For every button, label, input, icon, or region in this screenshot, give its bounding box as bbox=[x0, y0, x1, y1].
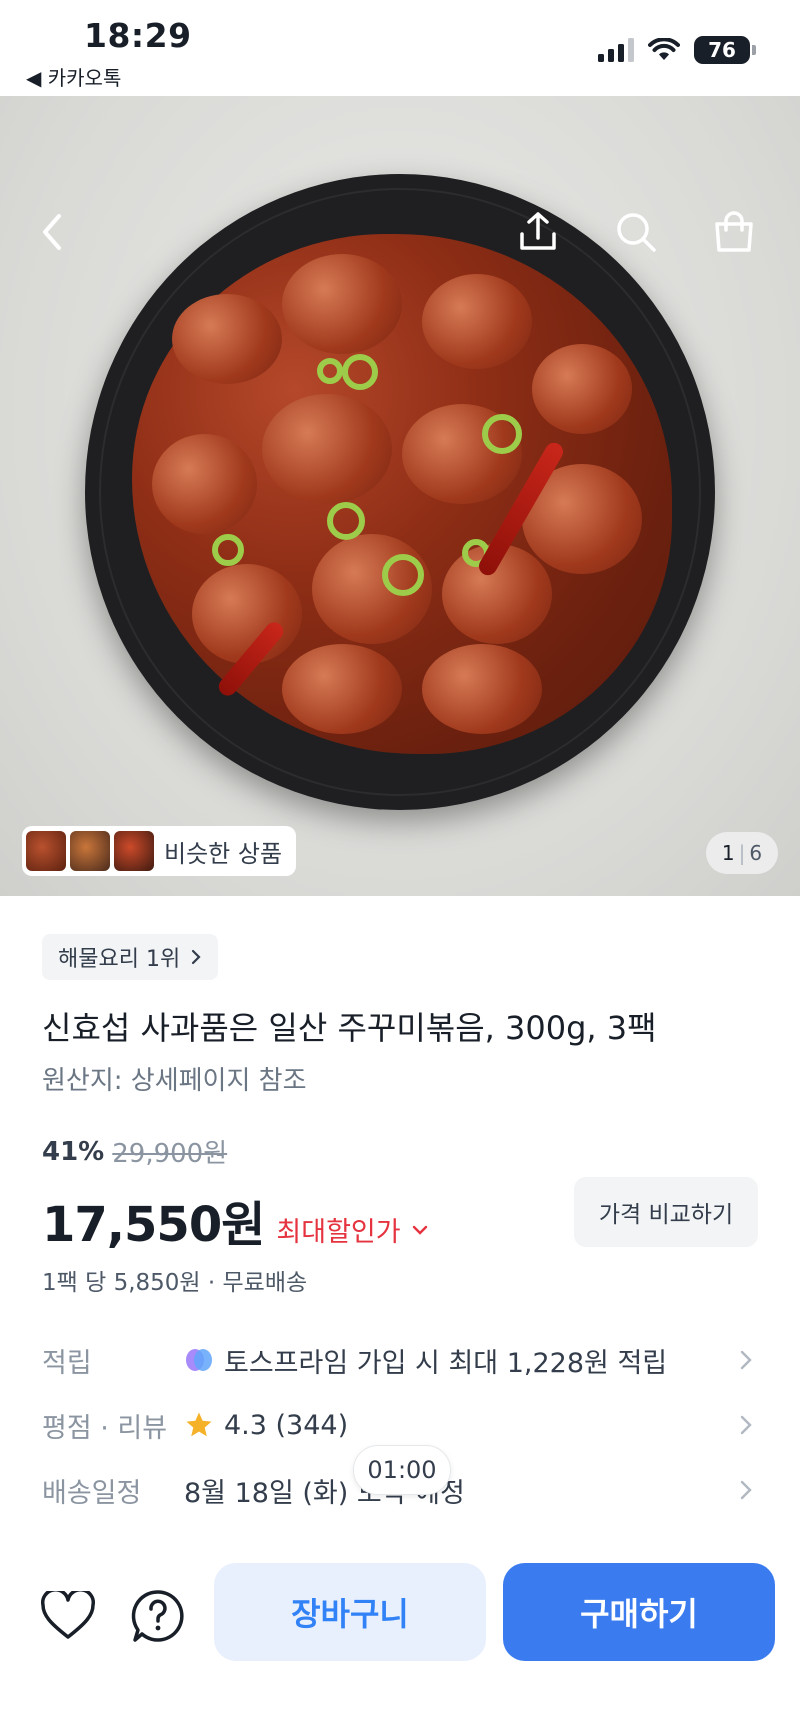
similar-products-button[interactable]: 비슷한 상품 bbox=[22, 826, 297, 876]
search-icon bbox=[617, 213, 656, 252]
search-button[interactable] bbox=[612, 208, 660, 256]
similar-product-thumbnail bbox=[114, 831, 154, 871]
page-separator: | bbox=[738, 841, 746, 865]
rating-text: 4.3 (344) bbox=[224, 1409, 349, 1441]
timer-toast: 01:00 bbox=[353, 1445, 451, 1495]
per-pack-price: 1팩 당 5,850원 · 무료배송 bbox=[42, 1270, 308, 1296]
chevron-right-icon bbox=[734, 1348, 758, 1372]
wishlist-button[interactable] bbox=[38, 1586, 98, 1646]
similar-product-thumbnail bbox=[70, 831, 110, 871]
original-price: 29,900원 bbox=[112, 1139, 228, 1169]
category-rank-label: 해물요리 1위 bbox=[58, 947, 181, 972]
page-total: 6 bbox=[749, 841, 763, 865]
chevron-right-icon bbox=[192, 949, 201, 965]
similar-product-thumbnail bbox=[26, 831, 66, 871]
category-rank-badge[interactable]: 해물요리 1위 bbox=[42, 934, 219, 980]
share-icon bbox=[520, 212, 556, 250]
product-title: 신효섭 사과품은 일산 주꾸미볶음, 300g, 3팩 bbox=[42, 1009, 657, 1047]
back-to-app-link[interactable]: ◀ 카카오톡 bbox=[26, 62, 121, 91]
info-value: 4.3 (344) bbox=[184, 1410, 734, 1441]
product-image-carousel[interactable] bbox=[0, 96, 800, 896]
toss-prime-icon bbox=[186, 1349, 212, 1371]
status-time: 18:29 bbox=[84, 16, 192, 55]
status-icons: 76 bbox=[598, 36, 756, 64]
page-current: 1 bbox=[721, 841, 735, 865]
discount-row: 41% 29,900원 bbox=[42, 1133, 227, 1170]
info-row-points[interactable]: 적립 토스프라임 가입 시 최대 1,228원 적립 bbox=[42, 1335, 758, 1385]
discount-rate: 41% bbox=[42, 1136, 105, 1167]
cart-bag-button[interactable] bbox=[710, 208, 758, 256]
shopping-bag-icon bbox=[715, 211, 753, 252]
points-text: 토스프라임 가입 시 최대 1,228원 적립 bbox=[224, 1347, 668, 1379]
product-origin: 원산지: 상세페이지 참조 bbox=[42, 1066, 307, 1096]
back-arrow-icon bbox=[43, 214, 61, 250]
wifi-icon bbox=[648, 38, 680, 60]
info-value: 8월 18일 (화) 도착 예정 bbox=[184, 1471, 734, 1510]
chevron-right-icon bbox=[734, 1413, 758, 1437]
bottom-action-bar: 장바구니 구매하기 bbox=[0, 1540, 800, 1731]
price-row: 17,550원 최대할인가 bbox=[42, 1185, 429, 1255]
battery-icon: 76 bbox=[694, 36, 756, 64]
chevron-down-icon bbox=[412, 1225, 427, 1235]
add-to-cart-button[interactable]: 장바구니 bbox=[214, 1563, 486, 1661]
chevron-right-icon bbox=[734, 1478, 758, 1502]
info-label: 배송일정 bbox=[42, 1477, 142, 1509]
max-discount-label: 최대할인가 bbox=[276, 1217, 401, 1248]
star-icon bbox=[186, 1412, 212, 1437]
help-icon bbox=[131, 1590, 184, 1642]
info-label: 평점 · 리뷰 bbox=[42, 1412, 168, 1444]
help-button[interactable] bbox=[128, 1586, 188, 1646]
max-discount-toggle[interactable]: 최대할인가 bbox=[276, 1210, 428, 1249]
image-page-indicator: 1 | 6 bbox=[706, 832, 778, 874]
sale-price: 17,550원 bbox=[42, 1197, 265, 1253]
share-button[interactable] bbox=[514, 208, 562, 256]
buy-now-button[interactable]: 구매하기 bbox=[503, 1563, 775, 1661]
compare-price-button[interactable]: 가격 비교하기 bbox=[574, 1177, 758, 1247]
info-value: 토스프라임 가입 시 최대 1,228원 적립 bbox=[184, 1341, 734, 1380]
cellular-signal-icon bbox=[598, 38, 634, 62]
heart-icon bbox=[41, 1591, 95, 1639]
info-label: 적립 bbox=[42, 1347, 92, 1379]
info-row-rating[interactable]: 평점 · 리뷰 4.3 (344) bbox=[42, 1400, 758, 1450]
battery-level: 76 bbox=[708, 38, 736, 62]
similar-products-label: 비슷한 상품 bbox=[164, 839, 283, 868]
back-button[interactable] bbox=[28, 208, 76, 256]
status-bar: 18:29 ◀ 카카오톡 76 bbox=[0, 0, 800, 96]
